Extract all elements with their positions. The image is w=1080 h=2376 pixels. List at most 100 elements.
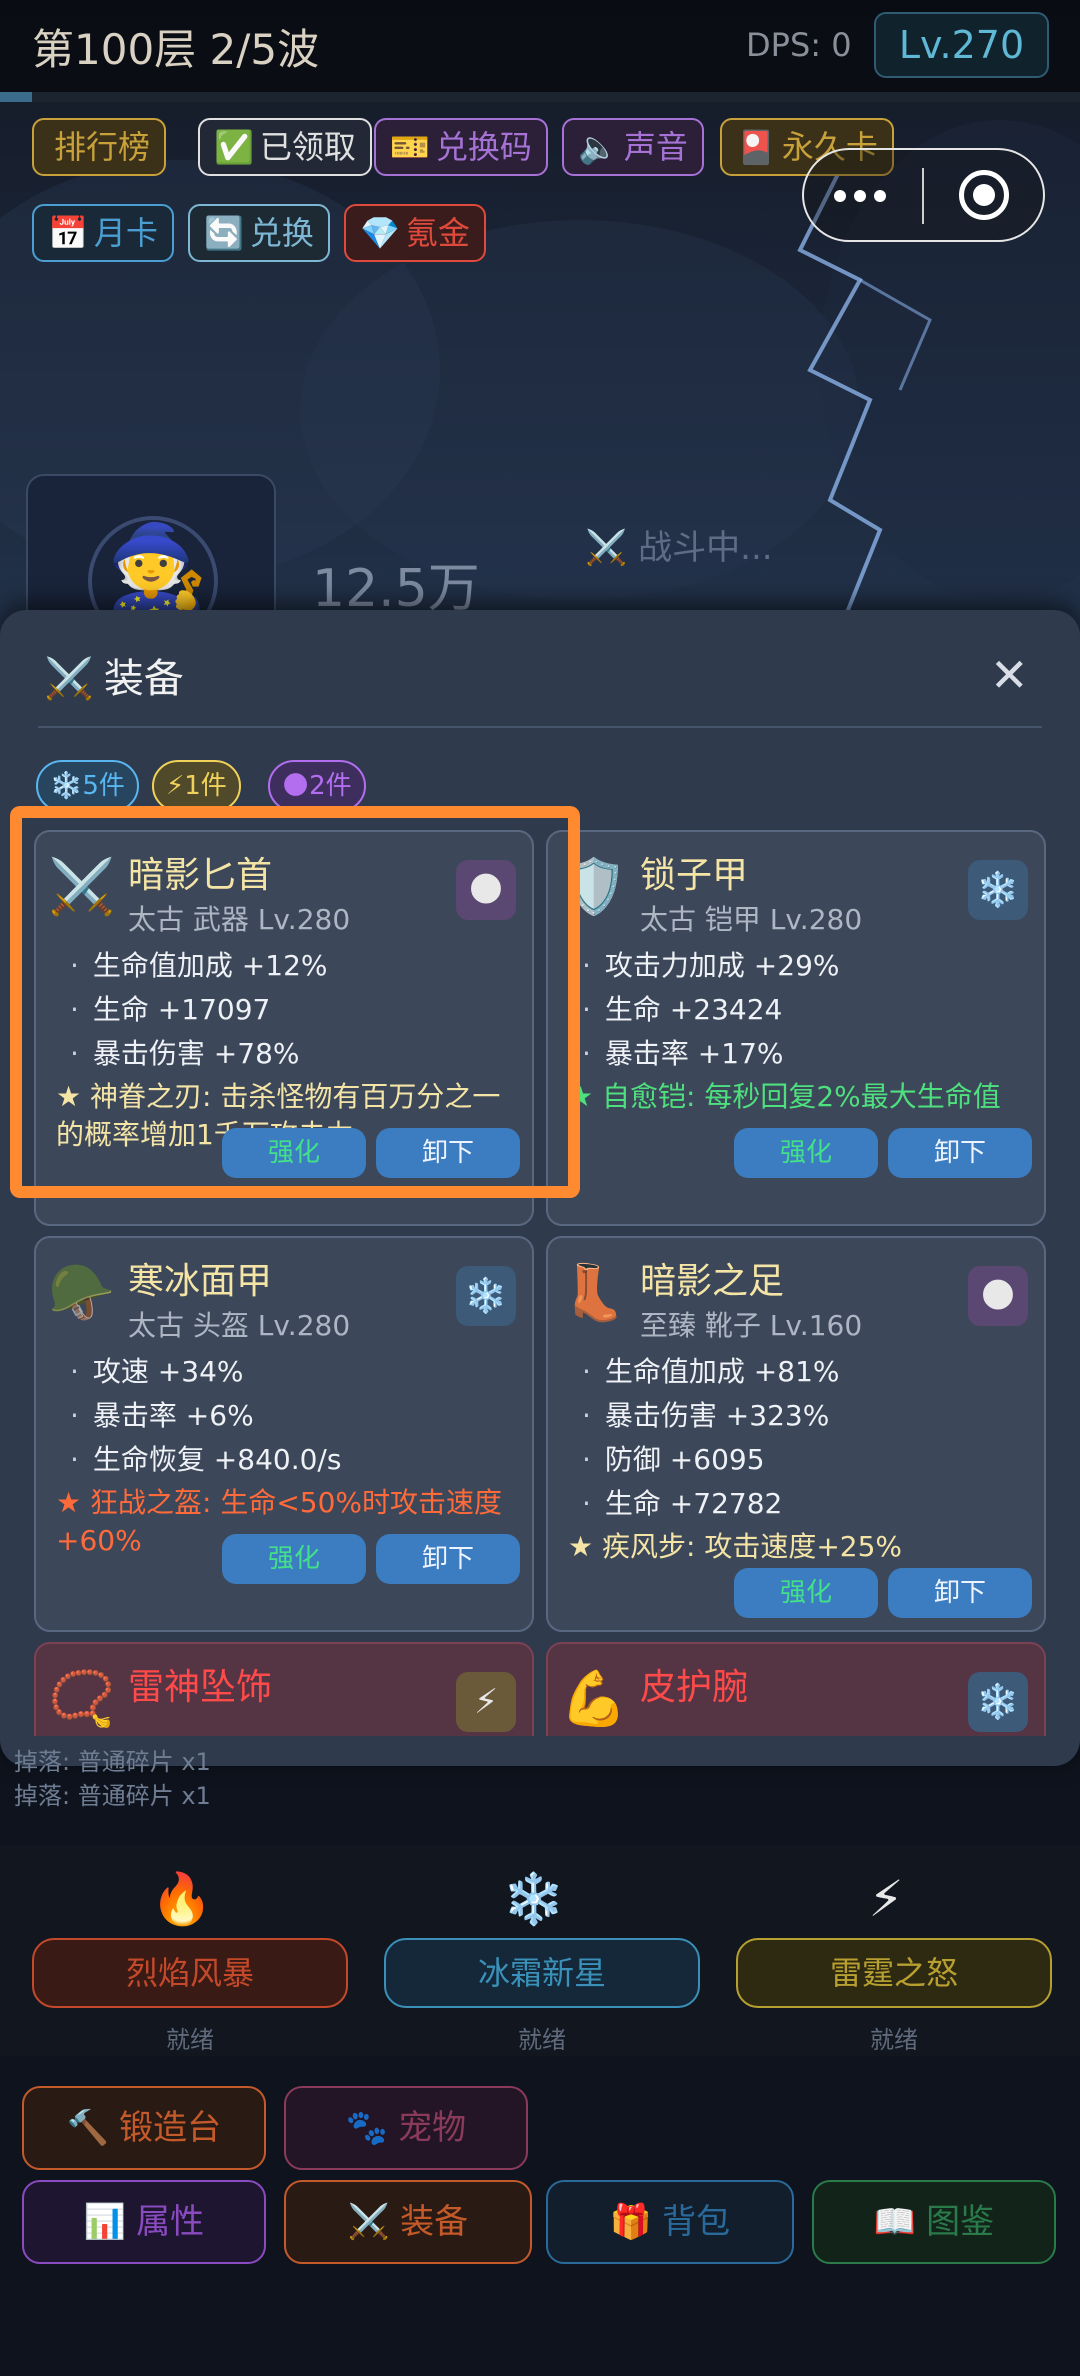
stat-line: 攻速 +34% bbox=[56, 1350, 526, 1394]
dps-readout: DPS: 0 bbox=[746, 26, 852, 64]
nav-book[interactable]: 📖 图鉴 bbox=[812, 2180, 1056, 2264]
equipment-stats: 生命值加成 +12%生命 +17097暴击伤害 +78%★ 神眷之刃: 击杀怪物… bbox=[56, 944, 526, 1154]
equipment-card[interactable]: 📿 雷神坠饰 ⚡ bbox=[34, 1642, 534, 1736]
skill-slot[interactable]: ⚡ 雷霆之怒 就绪 bbox=[716, 1860, 1056, 2054]
wave-progress-bar bbox=[0, 92, 1080, 102]
set-chip-2[interactable]: 🌑2件 bbox=[268, 760, 366, 812]
top-button-label: 排行榜 bbox=[54, 128, 151, 166]
top-button-7[interactable]: 💎 氪金 bbox=[344, 204, 486, 262]
battle-status: ⚔️ 战斗中... bbox=[585, 528, 773, 568]
stat-line: 生命恢复 +840.0/s bbox=[56, 1438, 526, 1482]
moon-icon: 🌑 bbox=[456, 860, 516, 920]
miniprogram-capsule[interactable] bbox=[802, 148, 1045, 242]
set-chip-0[interactable]: ❄️5件 bbox=[36, 760, 139, 812]
upgrade-button[interactable]: 强化 bbox=[222, 1128, 366, 1178]
drop-log-line: 掉落: 普通碎片 x1 bbox=[14, 1782, 211, 1810]
shield-icon: 🛡️ bbox=[560, 855, 628, 918]
set-chip-1[interactable]: ⚡1件 bbox=[152, 760, 241, 812]
skill-button[interactable]: 雷霆之怒 bbox=[736, 1938, 1052, 2008]
wizard-icon: 🧙 bbox=[106, 520, 209, 615]
top-button-1[interactable]: ✅ 已领取 bbox=[198, 118, 372, 176]
equipment-name: 暗影匕首 bbox=[128, 855, 273, 896]
gift-icon: 🎁 bbox=[609, 2202, 653, 2242]
upgrade-button[interactable]: 强化 bbox=[734, 1128, 878, 1178]
equipment-meta: 至臻 靴子 Lv.160 bbox=[640, 1309, 863, 1342]
nav-gift[interactable]: 🎁 背包 bbox=[546, 2180, 794, 2264]
equipment-card[interactable]: 👢 暗影之足至臻 靴子 Lv.160 🌑 生命值加成 +81%暴击伤害 +323%防御… bbox=[546, 1236, 1046, 1632]
snowflake-icon: ❄️ bbox=[502, 1870, 566, 1928]
top-button-label: 氪金 bbox=[405, 214, 470, 252]
unequip-button[interactable]: 卸下 bbox=[376, 1128, 520, 1178]
crossed-swords-icon: ⚔️ bbox=[44, 656, 94, 702]
equipment-card[interactable]: 💪 皮护腕 ❄️ bbox=[546, 1642, 1046, 1736]
top-button-label: 月卡 bbox=[93, 214, 158, 252]
snowflake-icon: ❄️ bbox=[50, 771, 83, 801]
top-button-6[interactable]: 🔄 兑换 bbox=[188, 204, 330, 262]
equipment-card[interactable]: ⚔️ 暗影匕首太古 武器 Lv.280 🌑 生命值加成 +12%生命 +17097暴击… bbox=[34, 830, 534, 1226]
top-button-0[interactable]: 排行榜 bbox=[32, 118, 167, 176]
upgrade-button[interactable]: 强化 bbox=[734, 1568, 878, 1618]
moon-icon: 🌑 bbox=[968, 1266, 1028, 1326]
special-effect: ★ 疾风步: 攻击速度+25% bbox=[568, 1530, 903, 1563]
stat-line: 防御 +6095 bbox=[568, 1438, 1038, 1482]
top-button-5[interactable]: 📅 月卡 bbox=[32, 204, 174, 262]
nav-hammer[interactable]: 🔨 锻造台 bbox=[22, 2086, 266, 2170]
stat-line: 攻击力加成 +29% bbox=[568, 944, 1038, 988]
upgrade-button[interactable]: 强化 bbox=[222, 1534, 366, 1584]
skill-status: 就绪 bbox=[166, 2026, 214, 2054]
wave-progress-fill bbox=[0, 92, 33, 102]
top-button-label: 兑换 bbox=[249, 214, 314, 252]
close-miniprogram-icon[interactable] bbox=[959, 170, 1009, 220]
nav-paw[interactable]: 🐾 宠物 bbox=[284, 2086, 528, 2170]
swords-icon: ⚔️ bbox=[347, 2202, 391, 2242]
boot-icon: 👢 bbox=[560, 1261, 628, 1324]
player-level-badge: Lv.270 bbox=[874, 12, 1049, 78]
close-icon[interactable]: ✕ bbox=[990, 648, 1029, 702]
stat-line: 生命 +72782 bbox=[568, 1482, 1038, 1526]
unequip-button[interactable]: 卸下 bbox=[376, 1534, 520, 1584]
top-status-bar: 第100层 2/5波 DPS: 0 Lv.270 bbox=[0, 0, 1080, 92]
equipment-card[interactable]: 🪖 寒冰面甲太古 头盔 Lv.280 ❄️ 攻速 +34%暴击率 +6%生命恢复 +8… bbox=[34, 1236, 534, 1632]
nav-bar-chart[interactable]: 📊 属性 bbox=[22, 2180, 266, 2264]
stat-line: 暴击伤害 +323% bbox=[568, 1394, 1038, 1438]
skill-button[interactable]: 冰霜新星 bbox=[384, 1938, 700, 2008]
unequip-button[interactable]: 卸下 bbox=[888, 1568, 1032, 1618]
paw-icon: 🐾 bbox=[345, 2108, 389, 2148]
floor-wave-label: 第100层 2/5波 bbox=[32, 25, 320, 74]
skill-button[interactable]: 烈焰风暴 bbox=[32, 1938, 348, 2008]
nav-label: 装备 bbox=[400, 2202, 469, 2242]
helmet-icon: 🪖 bbox=[48, 1261, 116, 1324]
ticket-icon: 🎫 bbox=[390, 128, 430, 166]
top-button-label: 兑换码 bbox=[435, 128, 532, 166]
set-chip-label: 1件 bbox=[184, 771, 227, 801]
equipment-modal: ⚔️装备 ✕ ❄️5件⚡1件🌑2件 ⚔️暗影匕首太古 武器 Lv.280🌑生命值… bbox=[0, 610, 1080, 1766]
set-chip-label: 5件 bbox=[82, 771, 125, 801]
stat-line: 生命值加成 +12% bbox=[56, 944, 526, 988]
stat-line: 生命 +23424 bbox=[568, 988, 1038, 1032]
equipment-meta: 太古 头盔 Lv.280 bbox=[128, 1309, 351, 1342]
unequip-button[interactable]: 卸下 bbox=[888, 1128, 1032, 1178]
top-button-3[interactable]: 🔈 声音 bbox=[562, 118, 704, 176]
skill-slot[interactable]: ❄️ 冰霜新星 就绪 bbox=[364, 1860, 704, 2054]
top-button-2[interactable]: 🎫 兑换码 bbox=[374, 118, 548, 176]
nav-label: 锻造台 bbox=[119, 2108, 222, 2148]
bracer-icon: 💪 bbox=[560, 1667, 628, 1730]
moon-icon: 🌑 bbox=[282, 771, 310, 801]
calendar-icon: 📅 bbox=[48, 214, 88, 252]
skill-slot[interactable]: 🔥 烈焰风暴就绪 bbox=[12, 1860, 352, 2054]
stat-line: 生命值加成 +81% bbox=[568, 1350, 1038, 1394]
special-effect: ★ 自愈铠: 每秒回复2%最大生命值 bbox=[568, 1080, 1001, 1113]
more-icon[interactable] bbox=[834, 176, 890, 216]
gem-icon: 💎 bbox=[360, 214, 400, 252]
equipment-card[interactable]: 🛡️ 锁子甲太古 铠甲 Lv.280 ❄️ 攻击力加成 +29%生命 +23424暴击… bbox=[546, 830, 1046, 1226]
equipment-name: 寒冰面甲 bbox=[128, 1261, 273, 1302]
equipment-grid: ⚔️暗影匕首太古 武器 Lv.280🌑生命值加成 +12%生命 +17097暴击… bbox=[0, 830, 1080, 1736]
bar-chart-icon: 📊 bbox=[83, 2202, 127, 2242]
set-chip-label: 2件 bbox=[309, 771, 352, 801]
necklace-icon: 📿 bbox=[48, 1667, 116, 1730]
lightning-icon: ⚡ bbox=[868, 1870, 904, 1928]
stat-line: 暴击率 +17% bbox=[568, 1032, 1038, 1076]
fire-icon: 🔥 bbox=[150, 1870, 214, 1928]
lightning-icon: ⚡ bbox=[166, 771, 185, 801]
nav-swords[interactable]: ⚔️ 装备 bbox=[284, 2180, 532, 2264]
